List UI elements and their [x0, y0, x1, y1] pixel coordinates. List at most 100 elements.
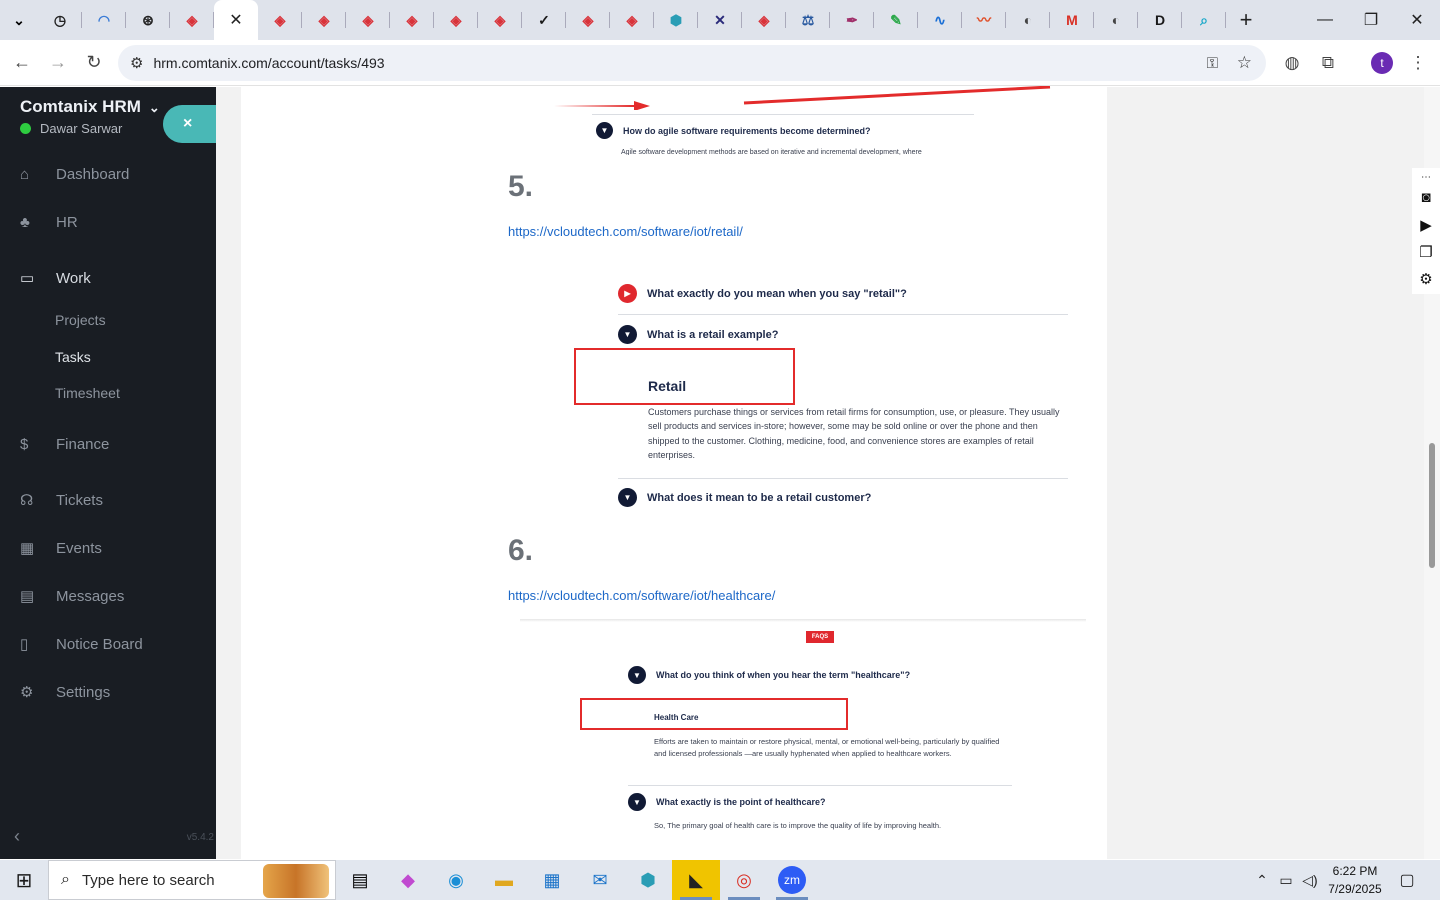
- online-status-dot: [20, 123, 31, 134]
- window-close-button[interactable]: ✕: [1394, 0, 1440, 40]
- reload-button[interactable]: ↻: [76, 45, 112, 81]
- collapse-sidebar-icon[interactable]: ‹: [14, 826, 20, 847]
- faq-item-healthcare-term[interactable]: ▼ What do you think of when you hear the …: [628, 666, 910, 684]
- volume-icon[interactable]: ◁): [1298, 860, 1322, 900]
- faq-item-retail-customer[interactable]: ▼ What does it mean to be a retail custom…: [618, 488, 871, 507]
- close-icon[interactable]: ✕: [229, 10, 242, 30]
- site-info-icon[interactable]: ⚙: [130, 54, 143, 72]
- faq-item-retail-meaning[interactable]: ▶ What exactly do you mean when you say "…: [618, 284, 907, 303]
- browser-tab[interactable]: ◐: [1006, 0, 1050, 40]
- browser-tab[interactable]: ⊛: [126, 0, 170, 40]
- sidebar-item-finance[interactable]: $ Finance: [0, 424, 216, 464]
- sticky-notes-icon[interactable]: ◣: [672, 860, 720, 900]
- back-button[interactable]: ←: [4, 45, 40, 81]
- browser-tab[interactable]: ✒: [830, 0, 874, 40]
- faq-item-healthcare-point[interactable]: ▼ What exactly is the point of healthcare…: [628, 793, 826, 811]
- sidebar-item-work[interactable]: ▭ Work: [0, 258, 216, 298]
- sidebar-item-messages[interactable]: ▤ Messages: [0, 576, 216, 616]
- notifications-icon[interactable]: ▢: [1392, 860, 1422, 900]
- x-brand-icon: ✕: [714, 11, 726, 28]
- bookmark-star-icon[interactable]: ☆: [1237, 53, 1252, 73]
- window-capture-icon[interactable]: ❐: [1415, 238, 1437, 265]
- browser-tab[interactable]: ⬢: [654, 0, 698, 40]
- taskbar-search-box[interactable]: ⌕ Type here to search: [48, 860, 336, 900]
- healthcare-link[interactable]: https://vcloudtech.com/software/iot/heal…: [508, 588, 775, 603]
- tab-list-menu-button[interactable]: ⌄: [0, 0, 38, 40]
- tray-overflow-icon[interactable]: ⌃: [1250, 860, 1274, 900]
- edge-browser-icon[interactable]: ◉: [432, 860, 480, 900]
- copilot-icon[interactable]: ◆: [384, 860, 432, 900]
- browser-tab-active[interactable]: ✕: [214, 0, 258, 40]
- browser-tab[interactable]: ◈: [610, 0, 654, 40]
- faq-item-retail-example[interactable]: ▼ What is a retail example?: [618, 325, 778, 344]
- extensions-icon[interactable]: ⧉: [1310, 45, 1346, 81]
- task-view-icon[interactable]: ▤: [336, 860, 384, 900]
- sidebar-item-tickets[interactable]: ☊ Tickets: [0, 480, 216, 520]
- faq-item-agile[interactable]: ▼ How do agile software requirements beco…: [596, 122, 871, 139]
- more-options-icon[interactable]: ⋯: [1415, 170, 1437, 184]
- faq-divider: [618, 478, 1068, 479]
- restore-button[interactable]: ❐: [1348, 0, 1394, 40]
- minimize-button[interactable]: —: [1302, 0, 1348, 40]
- scrollbar-thumb[interactable]: [1429, 443, 1435, 568]
- browser-tab[interactable]: ◈: [434, 0, 478, 40]
- browser-tab[interactable]: ✕: [698, 0, 742, 40]
- zoom-icon[interactable]: zm: [768, 860, 816, 900]
- scales-icon: ⚖: [801, 11, 815, 28]
- diamond-site-icon: ◈: [362, 11, 374, 28]
- browser-tab[interactable]: M: [1050, 0, 1094, 40]
- chrome-icon[interactable]: ◎: [720, 860, 768, 900]
- brand-switcher[interactable]: Comtanix HRM ⌄: [20, 97, 160, 117]
- system-clock[interactable]: 6:22 PM 7/29/2025: [1320, 862, 1390, 898]
- browser-tab[interactable]: 〰: [962, 0, 1006, 40]
- microsoft-store-icon[interactable]: ▦: [528, 860, 576, 900]
- gear-icon: ⚙: [20, 684, 34, 701]
- sidebar-item-notice-board[interactable]: ▯ Notice Board: [0, 624, 216, 664]
- file-explorer-icon[interactable]: ▬: [480, 860, 528, 900]
- browser-tab[interactable]: ◠: [82, 0, 126, 40]
- browser-tab[interactable]: ◈: [566, 0, 610, 40]
- network-icon[interactable]: ▭: [1274, 860, 1298, 900]
- hexagon-app-icon[interactable]: ⬢: [624, 860, 672, 900]
- forward-button[interactable]: →: [40, 45, 76, 81]
- browser-tab[interactable]: ◈: [742, 0, 786, 40]
- browser-tab[interactable]: ◈: [170, 0, 214, 40]
- sidebar-subitem-projects[interactable]: Projects: [55, 312, 106, 328]
- browser-tab[interactable]: ◈: [390, 0, 434, 40]
- browser-tab[interactable]: ◈: [478, 0, 522, 40]
- sidebar-close-button[interactable]: ×: [163, 105, 223, 143]
- browser-tab[interactable]: ◈: [258, 0, 302, 40]
- password-key-icon[interactable]: ⚿: [1207, 55, 1218, 72]
- browser-tab[interactable]: ∿: [918, 0, 962, 40]
- translate-icon[interactable]: ◍: [1274, 45, 1310, 81]
- browser-menu-icon[interactable]: ⋮: [1400, 45, 1436, 81]
- sidebar-item-settings[interactable]: ⚙ Settings: [0, 672, 216, 712]
- video-camera-icon[interactable]: ▶: [1415, 211, 1437, 238]
- retail-link[interactable]: https://vcloudtech.com/software/iot/reta…: [508, 224, 743, 239]
- sidebar-subitem-timesheet[interactable]: Timesheet: [55, 385, 120, 401]
- gear-icon[interactable]: ⚙: [1415, 265, 1437, 292]
- profile-avatar[interactable]: t: [1364, 45, 1400, 81]
- browser-tab[interactable]: ◐: [1094, 0, 1138, 40]
- new-tab-button[interactable]: +: [1226, 0, 1266, 40]
- browser-tab[interactable]: ◈: [302, 0, 346, 40]
- browser-tab[interactable]: ⚖: [786, 0, 830, 40]
- browser-tab[interactable]: ⌕: [1182, 0, 1226, 40]
- sidebar-item-dashboard[interactable]: ⌂ Dashboard: [0, 154, 216, 194]
- chevron-down-icon: ⌄: [13, 11, 25, 28]
- camera-icon[interactable]: ◙: [1415, 184, 1437, 211]
- mail-icon[interactable]: ✉: [576, 860, 624, 900]
- browser-tab[interactable]: D: [1138, 0, 1182, 40]
- diamond-site-icon: ◈: [406, 11, 418, 28]
- sidebar-item-hr[interactable]: ♣ HR: [0, 202, 216, 242]
- browser-tab[interactable]: ◈: [346, 0, 390, 40]
- sidebar-item-events[interactable]: ▦ Events: [0, 528, 216, 568]
- globe-icon: ◐: [1023, 12, 1033, 28]
- sidebar-item-label: Work: [56, 269, 91, 287]
- browser-tab[interactable]: ✎: [874, 0, 918, 40]
- browser-tab[interactable]: ◷: [38, 0, 82, 40]
- address-bar[interactable]: ⚙ hrm.comtanix.com/account/tasks/493 ⚿ ☆: [118, 45, 1266, 81]
- browser-tab[interactable]: ✓: [522, 0, 566, 40]
- windows-start-button[interactable]: ⊞: [0, 860, 48, 900]
- sidebar-subitem-tasks[interactable]: Tasks: [55, 349, 91, 365]
